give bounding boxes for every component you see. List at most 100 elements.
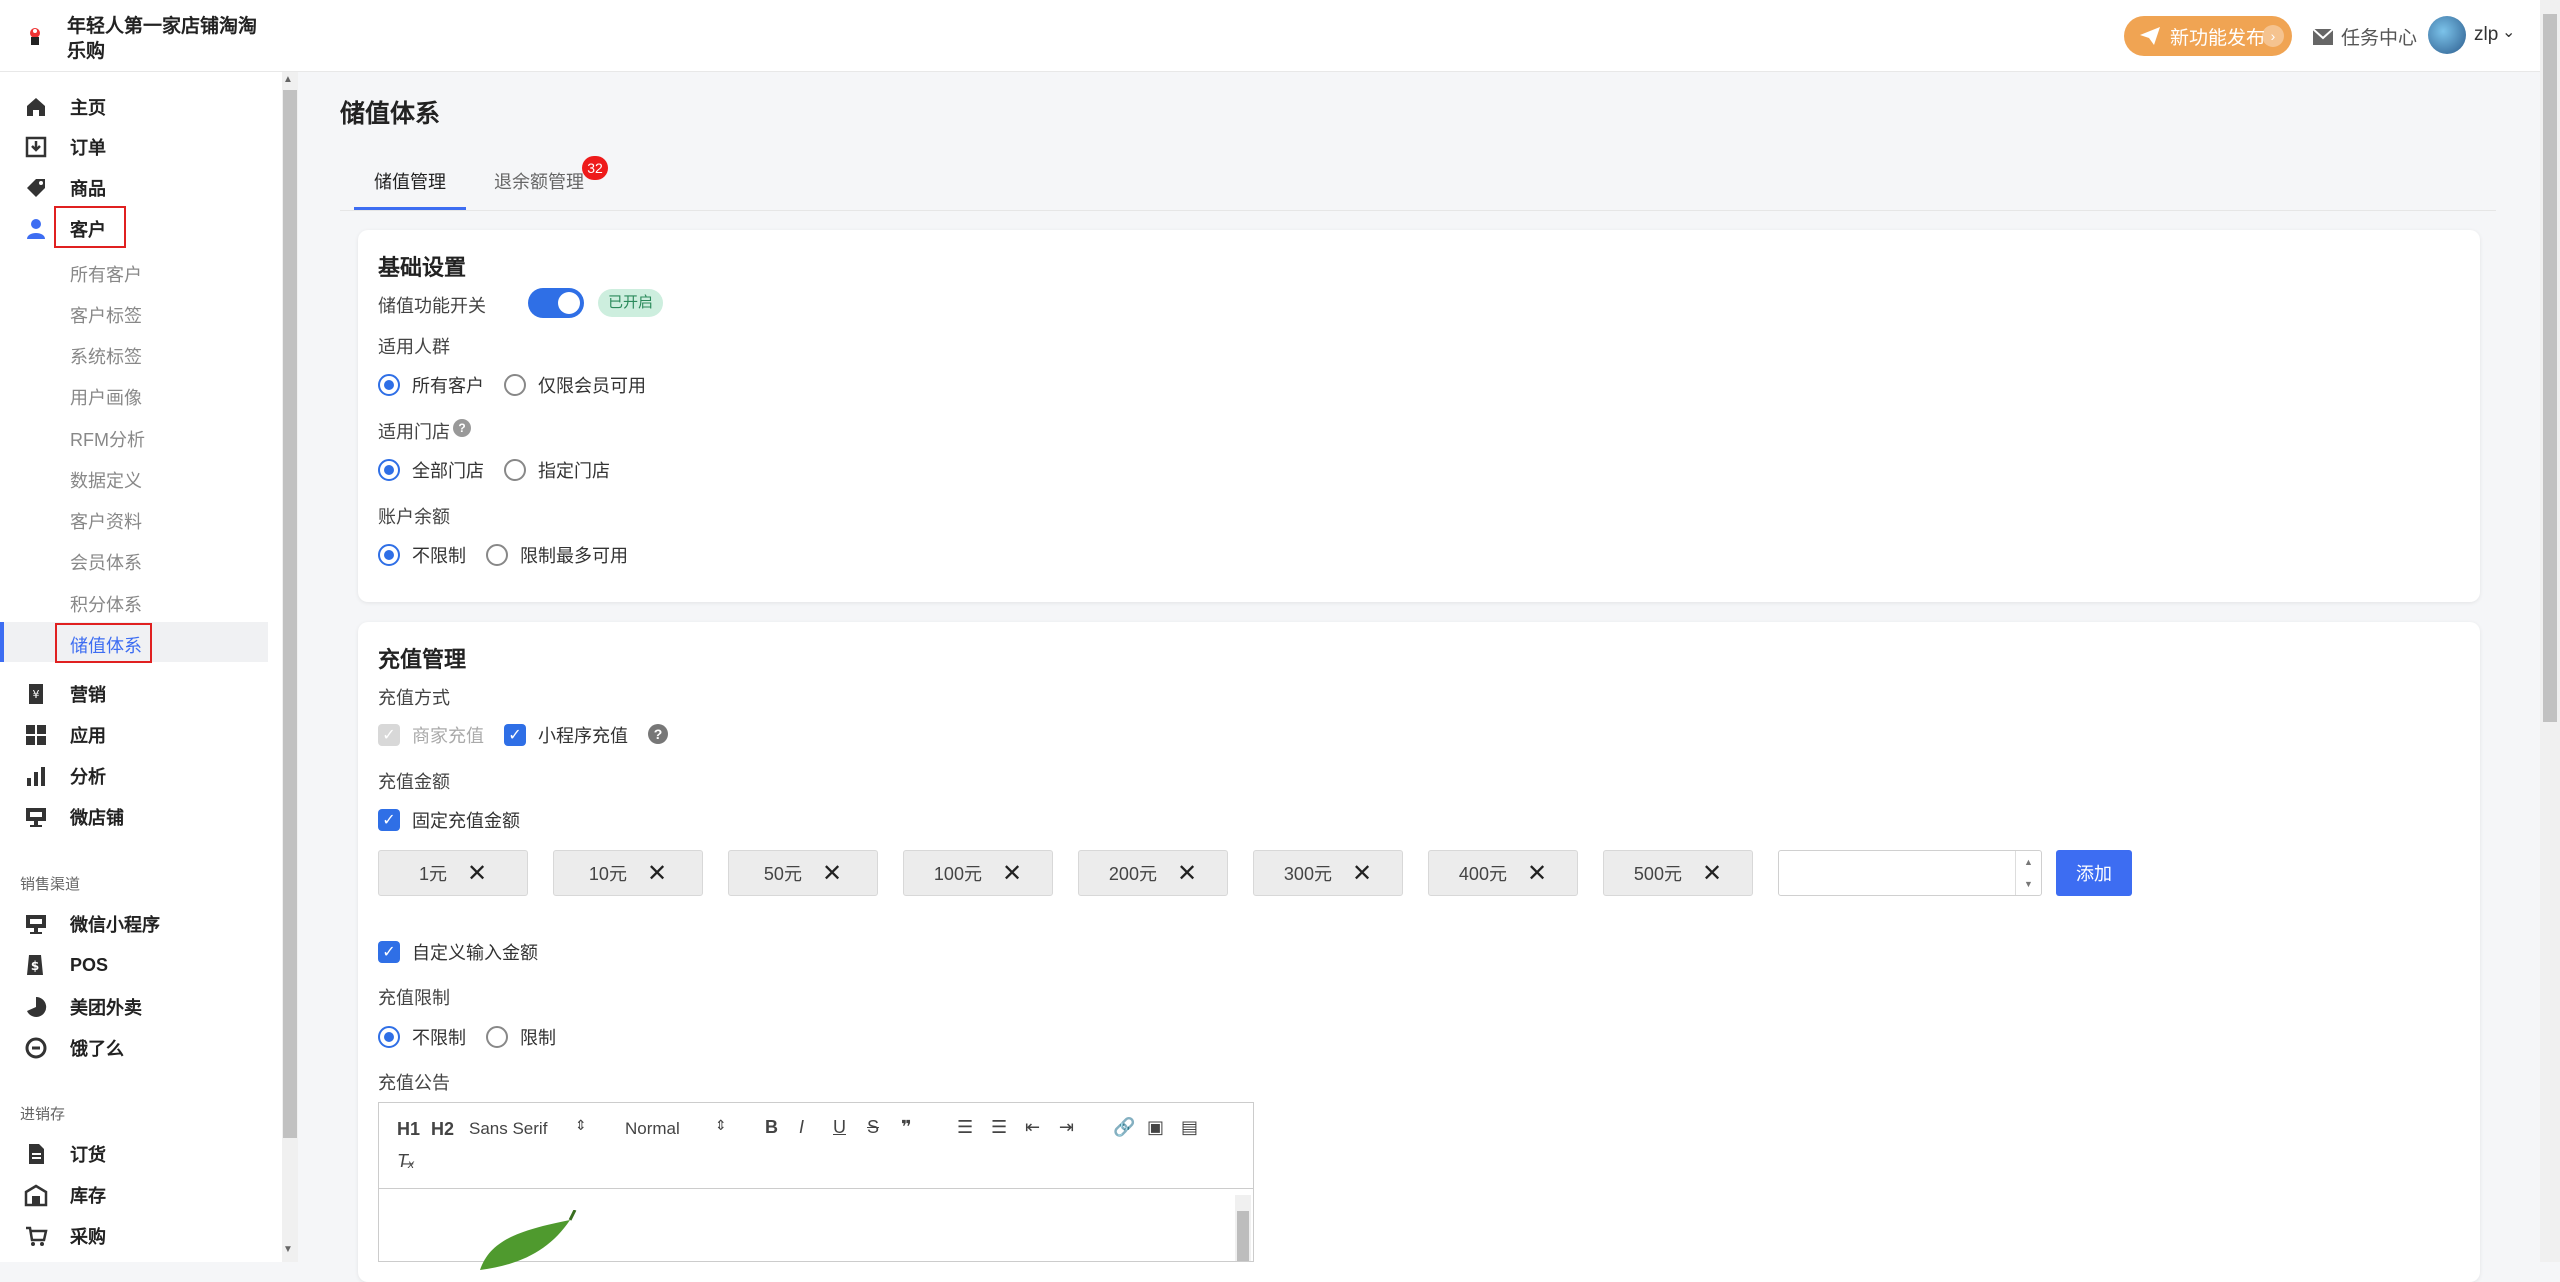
tab-stored-value-management[interactable]: 储值管理 <box>374 168 446 194</box>
underline-icon[interactable]: U <box>833 1117 846 1138</box>
close-icon[interactable]: ✕ <box>1352 859 1372 888</box>
sidebar-item-label: 商品 <box>70 179 106 199</box>
sidebar-subitem-all-customers[interactable]: 所有客户 <box>70 261 142 287</box>
close-icon[interactable]: ✕ <box>822 859 842 888</box>
number-stepper[interactable]: ▲ ▼ <box>2015 851 2041 895</box>
stepper-down-icon[interactable]: ▼ <box>2016 873 2041 895</box>
sidebar-subitem-system-tags[interactable]: 系统标签 <box>70 343 142 369</box>
outdent-icon[interactable]: ⇤ <box>1025 1117 1040 1138</box>
clear-format-icon[interactable]: T̶ₓ <box>397 1151 415 1172</box>
image-icon[interactable]: ▣ <box>1147 1117 1164 1138</box>
font-size-select[interactable]: Normal <box>625 1119 680 1139</box>
sidebar-subitem-data-definition[interactable]: 数据定义 <box>70 467 142 493</box>
close-icon[interactable]: ✕ <box>1002 859 1022 888</box>
amount-chip: 50元 ✕ <box>728 850 878 896</box>
close-icon[interactable]: ✕ <box>1702 859 1722 888</box>
shop-name[interactable]: 年轻人第一家店铺淘淘乐购 <box>67 14 267 64</box>
sidebar-subitem-user-profile[interactable]: 用户画像 <box>70 384 142 410</box>
sidebar-item-orders[interactable]: 订单 <box>0 130 268 164</box>
sidebar-item-meituan[interactable]: 美团外卖 <box>0 990 268 1024</box>
link-icon[interactable]: 🔗 <box>1113 1117 1135 1138</box>
recharge-notice-label: 充值公告 <box>378 1073 450 1093</box>
amount-chip-label: 200元 <box>1108 864 1157 884</box>
sidebar-subitem-points[interactable]: 积分体系 <box>70 591 142 617</box>
video-icon[interactable]: ▤ <box>1181 1117 1198 1138</box>
stored-value-toggle[interactable] <box>528 288 584 318</box>
close-icon[interactable]: ✕ <box>1177 859 1197 888</box>
add-amount-button[interactable]: 添加 <box>2056 850 2132 896</box>
stepper-up-icon[interactable]: ▲ <box>2016 851 2041 873</box>
sidebar-item-eleme[interactable]: 饿了么 <box>0 1031 268 1065</box>
avatar[interactable] <box>2428 16 2466 54</box>
user-icon <box>27 219 45 239</box>
close-icon[interactable]: ✕ <box>467 859 487 888</box>
radio-label: 限制 <box>520 1028 556 1048</box>
strikethrough-icon[interactable]: S <box>867 1117 879 1138</box>
scroll-up-arrow-icon[interactable]: ▲ <box>283 74 293 85</box>
sidebar-item-label: 订货 <box>70 1145 106 1165</box>
sidebar-scrollbar-thumb[interactable] <box>283 90 297 1138</box>
sidebar-subitem-customer-info[interactable]: 客户资料 <box>70 508 142 534</box>
sidebar <box>0 72 282 1262</box>
sidebar-subitem-rfm[interactable]: RFM分析 <box>70 426 145 452</box>
amount-chip: 500元 ✕ <box>1603 850 1753 896</box>
heading2-button[interactable]: H2 <box>431 1119 454 1140</box>
tab-refund-balance-management[interactable]: 退余额管理 <box>494 168 584 194</box>
editor-scrollbar-thumb[interactable] <box>1237 1211 1249 1261</box>
radio-limit-yes[interactable]: 限制 <box>486 1024 556 1050</box>
amount-chip-label: 1元 <box>418 864 447 884</box>
font-family-select[interactable]: Sans Serif <box>469 1119 547 1139</box>
italic-icon[interactable]: I <box>799 1117 804 1138</box>
chevron-down-icon[interactable]: ⌄ <box>2502 22 2515 42</box>
radio-specific-stores[interactable]: 指定门店 <box>504 457 610 483</box>
radio-label: 指定门店 <box>538 461 610 481</box>
username[interactable]: zlp <box>2474 24 2498 46</box>
amount-number-input[interactable]: ▲ ▼ <box>1778 850 2042 896</box>
radio-balance-limited[interactable]: 限制最多可用 <box>486 542 628 568</box>
radio-members-only[interactable]: 仅限会员可用 <box>504 372 646 398</box>
radio-balance-unlimited[interactable]: 不限制 <box>378 542 466 568</box>
sidebar-item-home[interactable]: 主页 <box>0 90 268 124</box>
bold-icon[interactable]: B <box>765 1117 778 1138</box>
quote-icon[interactable]: ❞ <box>901 1117 912 1138</box>
task-center-link[interactable]: 任务中心 <box>2312 23 2417 50</box>
sidebar-item-apps[interactable]: 应用 <box>0 718 268 752</box>
checkbox-custom-amount[interactable]: ✓ 自定义输入金额 <box>378 939 538 965</box>
scroll-down-arrow-icon[interactable]: ▼ <box>283 1244 293 1255</box>
radio-all-stores[interactable]: 全部门店 <box>378 457 484 483</box>
help-icon[interactable]: ? <box>453 419 471 437</box>
sidebar-item-pos[interactable]: $ POS <box>0 948 268 982</box>
ordered-list-icon[interactable]: ☰ <box>957 1117 973 1138</box>
new-feature-button[interactable]: 新功能发布 › <box>2124 16 2292 56</box>
page-scrollbar-thumb[interactable] <box>2543 14 2557 722</box>
sidebar-item-customers[interactable]: 客户 <box>0 212 268 246</box>
checkbox-fixed-amount[interactable]: ✓ 固定充值金额 <box>378 807 520 833</box>
sidebar-item-wechat-miniprogram[interactable]: 微信小程序 <box>0 907 268 941</box>
sidebar-subitem-customer-tags[interactable]: 客户标签 <box>70 302 142 328</box>
heading1-button[interactable]: H1 <box>397 1119 420 1140</box>
radio-limit-none[interactable]: 不限制 <box>378 1024 466 1050</box>
sidebar-item-micro-shop[interactable]: 微店铺 <box>0 800 268 834</box>
section-title-sales-channels: 销售渠道 <box>20 876 81 893</box>
close-icon[interactable]: ✕ <box>1527 859 1547 888</box>
basic-settings-card <box>358 230 2480 602</box>
radio-all-customers[interactable]: 所有客户 <box>378 372 484 398</box>
sidebar-subitem-membership[interactable]: 会员体系 <box>70 549 142 575</box>
svg-text:¥: ¥ <box>33 688 40 701</box>
close-icon[interactable]: ✕ <box>647 859 667 888</box>
sidebar-item-ordering[interactable]: 订货 <box>0 1137 268 1171</box>
leaf-image <box>480 1210 577 1270</box>
voucher-icon: ¥ <box>29 684 43 704</box>
chevron-right-icon: › <box>2262 25 2284 47</box>
bullet-list-icon[interactable]: ☰ <box>991 1117 1007 1138</box>
sidebar-item-products[interactable]: 商品 <box>0 171 268 205</box>
indent-icon[interactable]: ⇥ <box>1059 1117 1074 1138</box>
checkbox-miniprogram-recharge[interactable]: ✓ 小程序充值 <box>504 722 628 748</box>
shop-logo-icon <box>30 28 40 45</box>
sidebar-item-purchase[interactable]: 采购 <box>0 1219 268 1253</box>
sidebar-item-analytics[interactable]: 分析 <box>0 759 268 793</box>
sidebar-item-marketing[interactable]: ¥ 营销 <box>0 677 268 711</box>
help-icon[interactable]: ? <box>648 724 668 744</box>
sidebar-item-stock[interactable]: 库存 <box>0 1178 268 1212</box>
checkbox-checked-icon: ✓ <box>378 724 400 746</box>
